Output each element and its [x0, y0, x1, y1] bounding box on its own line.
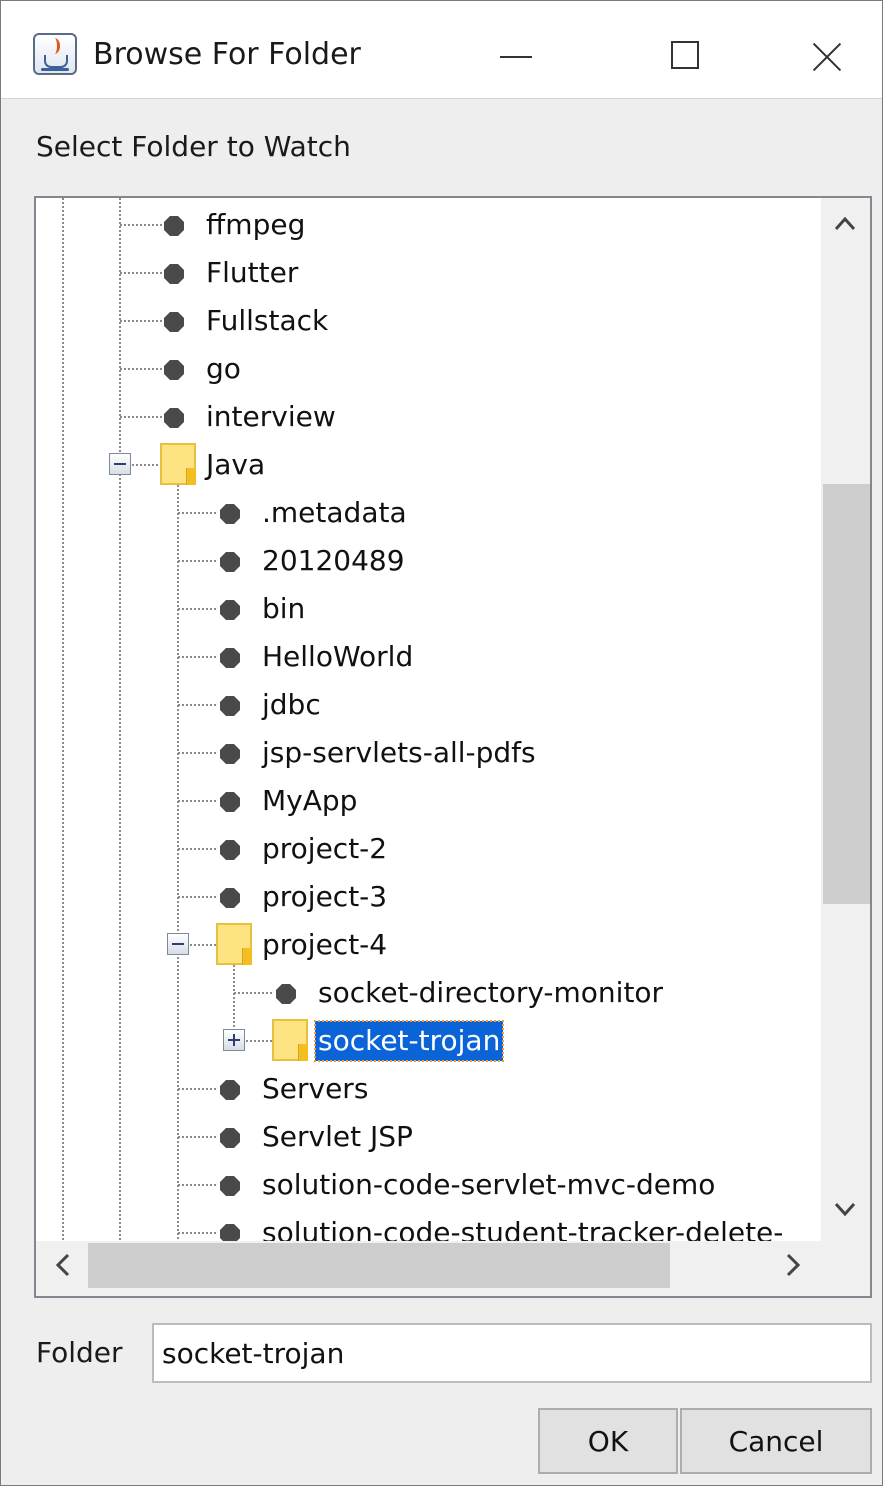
- folder-icon: [160, 443, 196, 485]
- tree-item-label[interactable]: HelloWorld: [259, 637, 416, 677]
- tree-row[interactable]: Fullstack: [36, 297, 821, 345]
- tree-item-label[interactable]: Servers: [259, 1069, 371, 1109]
- tree-row[interactable]: go: [36, 345, 821, 393]
- tree-row[interactable]: project-4: [36, 921, 821, 969]
- tree-row[interactable]: Servers: [36, 1065, 821, 1113]
- tree-row[interactable]: jdbc: [36, 681, 821, 729]
- node-bullet-icon: [164, 408, 184, 428]
- tree-item-label[interactable]: go: [203, 349, 244, 389]
- node-bullet-icon: [220, 792, 240, 812]
- tree-item-label[interactable]: ffmpeg: [203, 205, 308, 245]
- tree-item-label[interactable]: jdbc: [259, 685, 324, 725]
- node-bullet-icon: [220, 504, 240, 524]
- scroll-right-arrow-icon[interactable]: [768, 1241, 820, 1291]
- expand-plus-icon[interactable]: [223, 1029, 245, 1051]
- collapse-minus-icon[interactable]: [109, 453, 131, 475]
- tree-row[interactable]: Java: [36, 441, 821, 489]
- node-bullet-icon: [276, 984, 296, 1004]
- tree-row[interactable]: MyApp: [36, 777, 821, 825]
- tree-row[interactable]: socket-directory-monitor: [36, 969, 821, 1017]
- tree-item-label[interactable]: .metadata: [259, 493, 410, 533]
- tree-viewport[interactable]: ffmpeg Flutter Fullstack go interview Java .me…: [36, 198, 821, 1241]
- tree-item-label[interactable]: socket-directory-monitor: [315, 973, 666, 1013]
- tree-item-label[interactable]: Java: [203, 445, 268, 485]
- horizontal-scrollbar[interactable]: [36, 1241, 870, 1296]
- tree-row[interactable]: 20120489: [36, 537, 821, 585]
- tree-row[interactable]: project-2: [36, 825, 821, 873]
- collapse-minus-icon[interactable]: [167, 933, 189, 955]
- ok-button[interactable]: OK: [538, 1408, 678, 1474]
- node-bullet-icon: [220, 888, 240, 908]
- tree-row[interactable]: Flutter: [36, 249, 821, 297]
- scroll-left-arrow-icon[interactable]: [36, 1241, 88, 1291]
- java-app-icon: [33, 33, 77, 75]
- tree-item-label[interactable]: project-2: [259, 829, 390, 869]
- tree-row[interactable]: .metadata: [36, 489, 821, 537]
- tree-row[interactable]: interview: [36, 393, 821, 441]
- tree-item-label[interactable]: project-3: [259, 877, 390, 917]
- close-icon[interactable]: [779, 21, 879, 91]
- tree-item-label[interactable]: Servlet JSP: [259, 1117, 416, 1157]
- scroll-down-arrow-icon[interactable]: [821, 1190, 870, 1240]
- node-bullet-icon: [164, 312, 184, 332]
- node-bullet-icon: [220, 1080, 240, 1100]
- node-bullet-icon: [164, 264, 184, 284]
- folder-icon: [272, 1019, 308, 1061]
- dialog-prompt: Select Folder to Watch: [36, 130, 351, 163]
- tree-row[interactable]: bin: [36, 585, 821, 633]
- node-bullet-icon: [220, 840, 240, 860]
- node-bullet-icon: [220, 744, 240, 764]
- tree-row[interactable]: socket-trojan: [36, 1017, 821, 1065]
- tree-row[interactable]: solution-code-servlet-mvc-demo: [36, 1161, 821, 1209]
- node-bullet-icon: [220, 1176, 240, 1196]
- scroll-up-arrow-icon[interactable]: [821, 198, 870, 248]
- node-bullet-icon: [220, 600, 240, 620]
- tree-item-label[interactable]: bin: [259, 589, 308, 629]
- tree-item-label[interactable]: Fullstack: [203, 301, 331, 341]
- tree-item-label[interactable]: MyApp: [259, 781, 360, 821]
- tree-item-label[interactable]: interview: [203, 397, 339, 437]
- tree-item-label[interactable]: solution-code-student-tracker-delete-: [259, 1213, 786, 1241]
- folder-icon: [216, 923, 252, 965]
- folder-tree[interactable]: ffmpeg Flutter Fullstack go interview Java .me…: [34, 196, 872, 1298]
- tree-item-label[interactable]: jsp-servlets-all-pdfs: [259, 733, 539, 773]
- node-bullet-icon: [164, 360, 184, 380]
- tree-item-label[interactable]: Flutter: [203, 253, 301, 293]
- maximize-icon[interactable]: [637, 21, 737, 91]
- node-bullet-icon: [220, 648, 240, 668]
- minimize-icon[interactable]: [477, 21, 577, 91]
- selected-tree-item-label[interactable]: socket-trojan: [313, 1020, 505, 1062]
- vertical-scrollbar[interactable]: [821, 198, 870, 1241]
- node-bullet-icon: [220, 1128, 240, 1148]
- node-bullet-icon: [220, 552, 240, 572]
- folder-name-input[interactable]: [152, 1323, 872, 1383]
- cancel-button[interactable]: Cancel: [680, 1408, 872, 1474]
- tree-item-label[interactable]: 20120489: [259, 541, 408, 581]
- horizontal-scroll-thumb[interactable]: [88, 1243, 670, 1288]
- tree-row[interactable]: HelloWorld: [36, 633, 821, 681]
- vertical-scroll-thumb[interactable]: [823, 484, 870, 904]
- node-bullet-icon: [220, 696, 240, 716]
- tree-row[interactable]: Servlet JSP: [36, 1113, 821, 1161]
- node-bullet-icon: [220, 1224, 240, 1241]
- node-bullet-icon: [164, 216, 184, 236]
- tree-row[interactable]: solution-code-student-tracker-delete-: [36, 1209, 821, 1241]
- window-title: Browse For Folder: [93, 37, 361, 72]
- browse-for-folder-dialog: Browse For Folder Select Folder to Watch…: [0, 0, 883, 1486]
- tree-row[interactable]: ffmpeg: [36, 201, 821, 249]
- tree-item-label[interactable]: solution-code-servlet-mvc-demo: [259, 1165, 718, 1205]
- tree-row[interactable]: project-3: [36, 873, 821, 921]
- title-bar[interactable]: Browse For Folder: [1, 1, 882, 99]
- folder-field-label: Folder: [36, 1336, 123, 1369]
- tree-row[interactable]: jsp-servlets-all-pdfs: [36, 729, 821, 777]
- tree-item-label[interactable]: project-4: [259, 925, 390, 965]
